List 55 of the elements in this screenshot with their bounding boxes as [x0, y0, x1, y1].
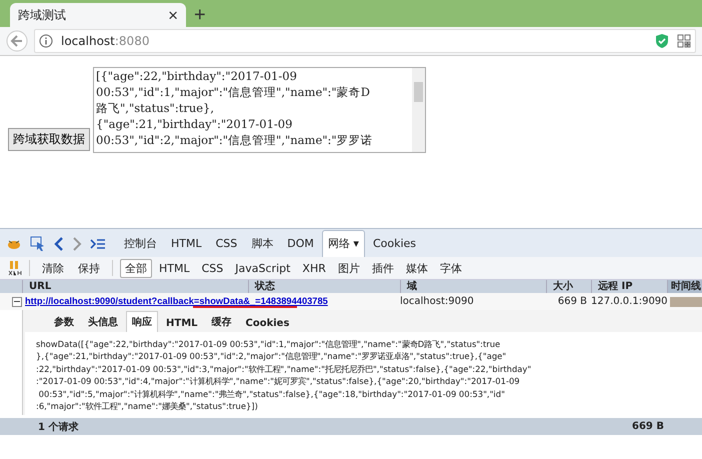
filter-button[interactable]: 插件 [366, 258, 399, 278]
detail-tab[interactable]: Cookies [240, 314, 296, 332]
scrollbar[interactable] [412, 68, 425, 152]
devtools-tab[interactable]: 控制台 [118, 230, 163, 257]
devtools-tab[interactable]: DOM [281, 230, 320, 257]
back-icon[interactable] [6, 30, 28, 52]
shield-icon[interactable] [655, 33, 669, 49]
filter-button[interactable]: JavaScript [230, 258, 296, 278]
address-field[interactable]: localhost:8080 [34, 29, 696, 53]
new-tab-button[interactable]: + [186, 5, 214, 25]
toolbar-button[interactable]: 保持 [73, 258, 105, 278]
fetch-data-button[interactable]: 跨域获取数据 [8, 128, 90, 151]
xhr-icon[interactable] [8, 260, 22, 276]
filter-button[interactable]: 字体 [434, 258, 467, 278]
devtools-tab[interactable]: 脚本 [245, 230, 280, 257]
textarea-line: {"age":21,"birthday":"2017-01-09 [96, 116, 294, 132]
collapse-toggle[interactable] [12, 296, 22, 306]
filter-button[interactable]: 媒体 [400, 258, 433, 278]
devtools-tab[interactable]: 网络 ▾ [322, 230, 365, 257]
detail-tab[interactable]: 头信息 [82, 311, 124, 332]
column-header[interactable]: 时间线 [667, 280, 702, 293]
filter-button[interactable]: 全部 [120, 258, 152, 278]
inspect-icon[interactable] [30, 236, 46, 252]
filter-button[interactable]: 图片 [332, 258, 365, 278]
filter-button[interactable]: HTML [154, 258, 195, 278]
devtools-tab[interactable]: CSS [210, 230, 244, 257]
request-count: 1 个请求 [38, 420, 78, 434]
result-textarea[interactable]: [{"age":22,"birthday":"2017-01-09 00:53","id":1,"major":"信息管理","name":"蒙奇D 路飞","status":true}, {"age":21,"birthday":"2017-01-09 00:53","id":2,"major":"信息管理","name":"罗罗诺 [93, 67, 426, 153]
close-tab-button[interactable]: × [168, 6, 178, 24]
total-size: 669 B [632, 421, 664, 432]
response-text: showData([{"age":22,"birthday":"2017-01-09 00:53","id":1,"major":"信息管理","name":"蒙奇D路飞","status":true },{"age":21,"birthday":"2017-01-09 00:53","id":2,"major":"信息管理","name":"罗罗诺亚卓洛","status":true},{"age" :22,"birthday":"2017-01-09 00:53","id":3,"major":"软件工程","name":"托尼托尼乔巴","status":false},{"age":22,"birthday" :"2017-01-09 00:53","id":4,"major":"计算机科学","name":"妮可罗宾","status":false},{"age":20,"birthday":"2017-01-09 00:53","id":5,"major":"计算机科学","name":"弗兰奇","status":false},{"age":18,"birthday":"2017-01-09 00:53","id" :6,"major":"软件工程","name":"娜美桑","status":true}]) [25, 332, 702, 415]
detail-tab[interactable]: 响应 [126, 311, 158, 332]
textarea-line: 路飞","status":true}, [96, 100, 216, 116]
qr-code-icon[interactable] [677, 34, 691, 48]
timeline-bar [670, 296, 702, 306]
command-line-icon[interactable] [90, 238, 106, 250]
url-text: localhost:8080 [61, 34, 150, 48]
filter-button[interactable]: CSS [196, 258, 228, 278]
detail-tab[interactable]: 缓存 [206, 311, 238, 332]
textarea-line: [{"age":22,"birthday":"2017-01-09 [96, 68, 298, 84]
info-icon[interactable] [39, 34, 53, 48]
detail-tab[interactable]: 参数 [48, 311, 80, 332]
toolbar-button[interactable]: 清除 [37, 258, 69, 278]
remote-ip-cell: 127.0.0.1:9090 [591, 296, 667, 307]
filter-button[interactable]: XHR [297, 258, 331, 278]
request-url-link[interactable]: http://localhost:9090/student?callback=showData&_=1483894403785 [25, 296, 328, 306]
textarea-line: 00:53","id":2,"major":"信息管理","name":"罗罗诺 [96, 132, 374, 148]
devtools-tab[interactable]: HTML [165, 230, 208, 257]
detail-tab[interactable]: HTML [160, 314, 204, 332]
size-cell-text: 669 B [556, 296, 588, 307]
domain-cell-text: localhost:9090 [400, 296, 475, 307]
tab-title: 跨域测试 [18, 6, 67, 24]
devtools-tab[interactable]: Cookies [366, 230, 422, 257]
textarea-line: 00:53","id":1,"major":"信息管理","name":"蒙奇D [96, 84, 371, 100]
browser-tab[interactable]: 跨域测试 × [10, 3, 186, 27]
